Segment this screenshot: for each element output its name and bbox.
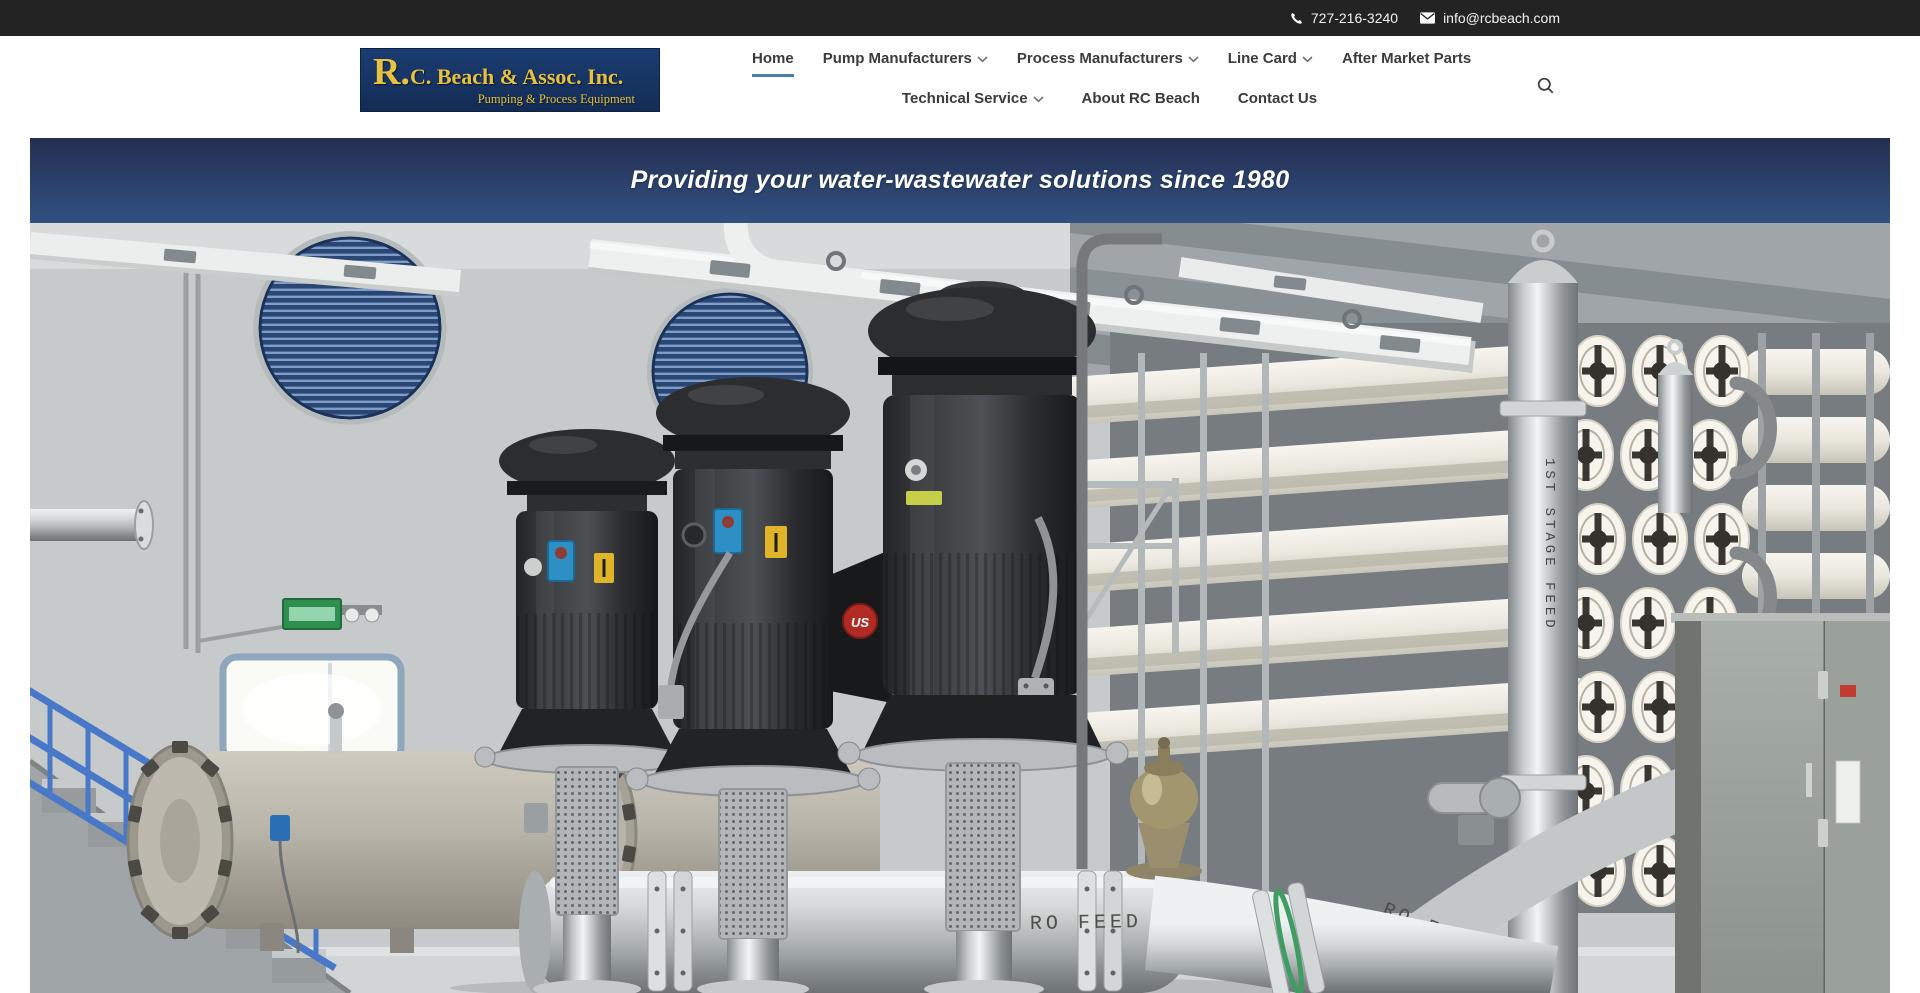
nav-item-technical-service[interactable]: Technical Service [902,90,1044,107]
nav-item-after-market-parts[interactable]: After Market Parts [1342,50,1471,67]
nav-item-contact-us[interactable]: Contact Us [1238,90,1317,107]
nav-item-home[interactable]: Home [752,50,794,67]
nav-item-line-card-label: Line Card [1228,50,1297,67]
phone-link[interactable]: 727-216-3240 [1290,10,1398,26]
nav-item-about-rc-beach-label: About RC Beach [1082,90,1200,107]
tagline-banner: Providing your water-wastewater solution… [30,138,1890,223]
nav-item-about-rc-beach[interactable]: About RC Beach [1082,90,1200,107]
email-address: info@rcbeach.com [1443,10,1560,26]
chevron-down-icon [977,56,988,63]
nav-item-home-label: Home [752,50,794,67]
nav-row-2: Technical Service About RC Beach Contact… [752,90,1467,107]
site-header: R.C. Beach & Assoc. Inc. Pumping & Proce… [0,36,1920,138]
nav-item-process-manufacturers-label: Process Manufacturers [1017,50,1183,67]
nav-item-process-manufacturers[interactable]: Process Manufacturers [1017,50,1199,67]
hero-photo-svg: 1ST STAGE FEED [30,223,1890,993]
window [223,657,401,761]
chevron-down-icon [1033,96,1044,103]
chevron-down-icon [1188,56,1199,63]
nav-item-pump-manufacturers-label: Pump Manufacturers [823,50,972,67]
nav-item-pump-manufacturers[interactable]: Pump Manufacturers [823,50,988,67]
nav-item-line-card[interactable]: Line Card [1228,50,1313,67]
phone-icon [1290,12,1303,25]
nav-item-after-market-parts-label: After Market Parts [1342,50,1471,67]
tagline-text: Providing your water-wastewater solution… [631,166,1290,195]
topbar: 727-216-3240 info@rcbeach.com [0,0,1920,36]
nav-item-contact-us-label: Contact Us [1238,90,1317,107]
logo-tagline: Pumping & Process Equipment [373,92,651,107]
main-nav: Home Pump Manufacturers Process Manufact… [752,36,1467,107]
hero-image: 1ST STAGE FEED [30,223,1890,993]
column-stencil-label: 1ST STAGE FEED [1541,458,1557,632]
email-link[interactable]: info@rcbeach.com [1420,10,1560,26]
electrical-cabinet [1671,613,1890,993]
site-logo[interactable]: R.C. Beach & Assoc. Inc. Pumping & Proce… [360,48,660,112]
nav-item-technical-service-label: Technical Service [902,90,1028,107]
mail-icon [1420,12,1435,24]
logo-name: R.C. Beach & Assoc. Inc. [373,51,651,95]
us-motors-badge: US [851,615,869,630]
search-icon[interactable] [1536,76,1558,98]
nav-row-1: Home Pump Manufacturers Process Manufact… [752,50,1467,67]
chevron-down-icon [1302,56,1313,63]
phone-number: 727-216-3240 [1311,10,1398,26]
